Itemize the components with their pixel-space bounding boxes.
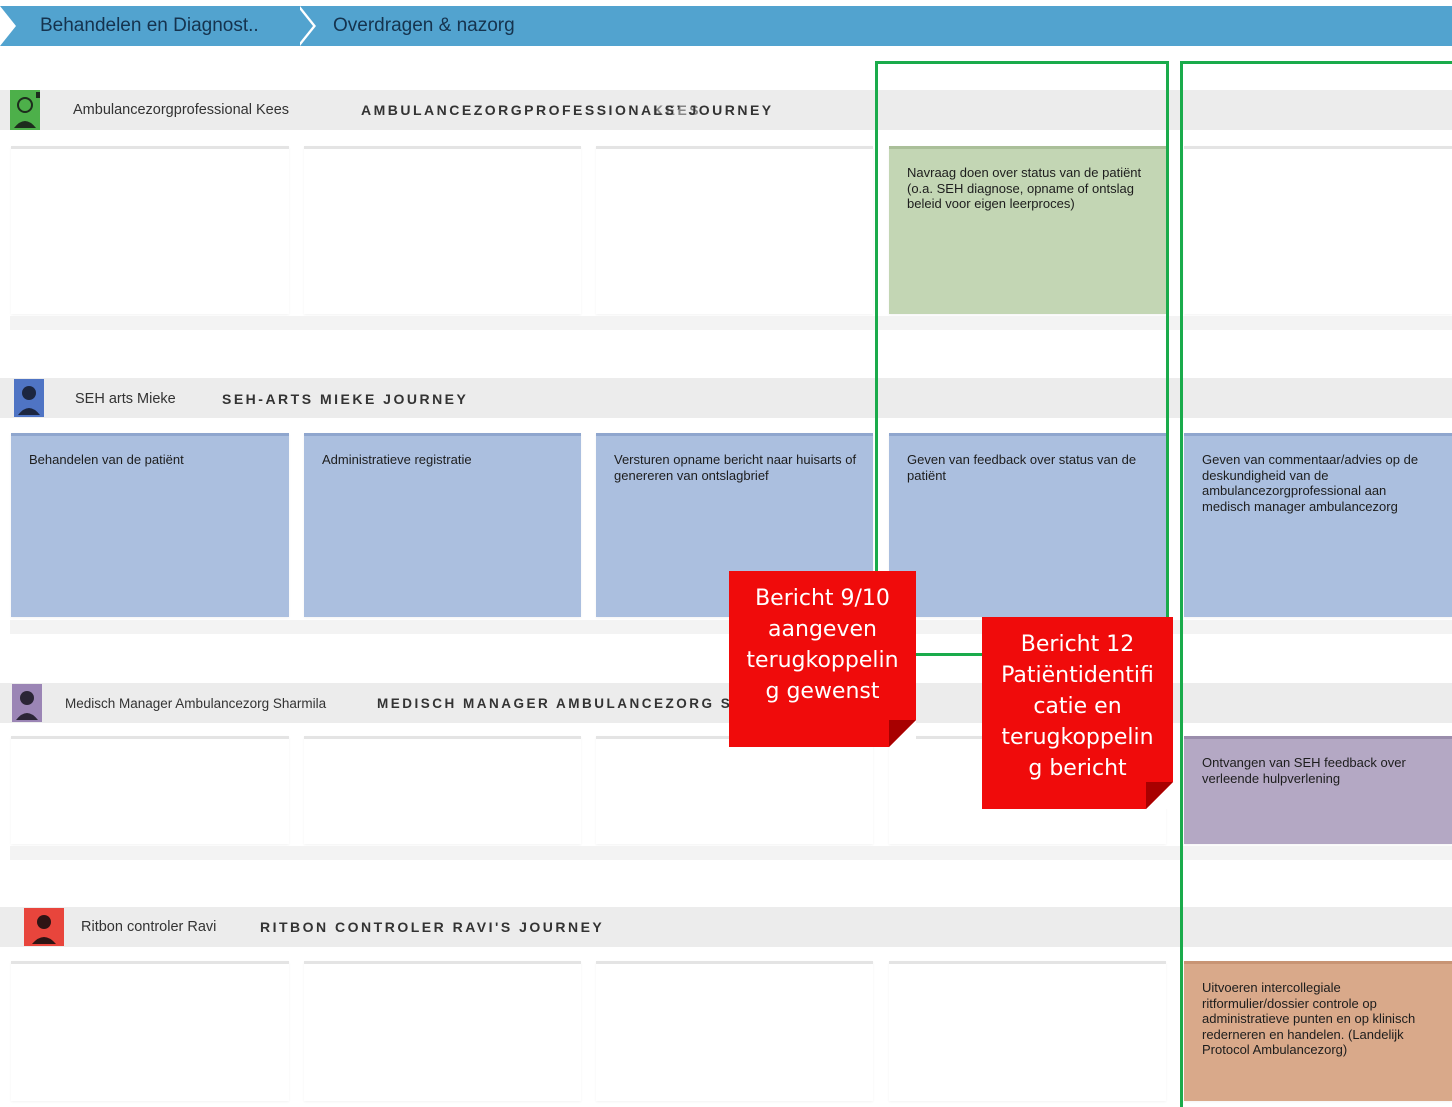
avatar-mieke — [14, 379, 44, 417]
card-kees-1[interactable] — [11, 146, 289, 314]
card-ravi-controle[interactable]: Uitvoeren intercollegiale ritformulier/d… — [1184, 961, 1452, 1101]
avatar-kees — [10, 90, 40, 130]
card-kees-5[interactable] — [1184, 146, 1452, 314]
card-text: Administratieve registratie — [322, 452, 472, 467]
card-ravi-2[interactable] — [304, 961, 581, 1101]
card-text: Uitvoeren intercollegiale ritformulier/d… — [1202, 980, 1416, 1057]
card-sharmila-1[interactable] — [11, 736, 289, 844]
note-line: aangeven — [768, 617, 877, 642]
note-line: g gewenst — [765, 679, 880, 704]
phase-start-notch — [0, 6, 16, 46]
frame-1-right — [1166, 61, 1169, 631]
phase-behandelen[interactable]: Behandelen en Diagnost.. — [40, 6, 259, 46]
note-line: Bericht 9/10 — [755, 586, 890, 611]
note-line: terugkoppelin — [1001, 725, 1154, 750]
card-kees-2[interactable] — [304, 146, 581, 314]
note-line: catie en — [1033, 694, 1122, 719]
frame-2-top — [1180, 61, 1452, 64]
card-ravi-1[interactable] — [11, 961, 289, 1101]
lane-name-mieke: SEH arts Mieke — [75, 391, 176, 407]
card-sharmila-3[interactable] — [596, 736, 873, 844]
note-line: Patiëntidentifi — [1001, 663, 1154, 688]
note-2-fold — [1146, 782, 1173, 809]
note-1-fold — [889, 720, 916, 747]
note-bericht-9-10[interactable]: Bericht 9/10 aangeven terugkoppelin g ge… — [729, 571, 916, 747]
lane-title-kees-overlap: KEES — [653, 102, 702, 118]
lane-title-ravi: RITBON CONTROLER RAVI'S JOURNEY — [260, 919, 605, 935]
lane-footer-sharmila — [10, 846, 1452, 860]
card-text: Geven van commentaar/advies op de deskun… — [1202, 452, 1419, 514]
lane-header-mieke — [0, 378, 1452, 418]
card-text: Ontvangen van SEH feedback over verleend… — [1202, 755, 1406, 786]
phase-separator-blue — [297, 6, 313, 46]
lane-name-sharmila: Medisch Manager Ambulancezorg Sharmila — [65, 696, 327, 711]
lane-footer-kees — [10, 316, 1452, 330]
card-mieke-behandelen[interactable]: Behandelen van de patiënt — [11, 433, 289, 617]
card-sharmila-2[interactable] — [304, 736, 581, 844]
avatar-ravi — [24, 908, 64, 946]
card-text: Behandelen van de patiënt — [29, 452, 184, 467]
card-text: Versturen opname bericht naar huisarts o… — [614, 452, 857, 483]
card-mieke-feedback[interactable]: Geven van feedback over status van de pa… — [889, 433, 1166, 617]
lane-name-ravi: Ritbon controler Ravi — [81, 919, 217, 935]
card-ravi-4[interactable] — [889, 961, 1166, 1101]
card-text: Navraag doen over status van de patiënt … — [907, 165, 1142, 211]
card-mieke-registratie[interactable]: Administratieve registratie — [304, 433, 581, 617]
lane-title-kees: AMBULANCEZORGPROFESSIONALS’ JOURNEY — [361, 102, 774, 118]
card-sharmila-ontvangen[interactable]: Ontvangen van SEH feedback over verleend… — [1184, 736, 1452, 844]
note-bericht-12[interactable]: Bericht 12 Patiëntidentifi catie en teru… — [982, 617, 1173, 809]
phase-bar: Behandelen en Diagnost.. Overdragen & na… — [0, 6, 1452, 46]
frame-2-left — [1180, 61, 1183, 1107]
phase-overdragen[interactable]: Overdragen & nazorg — [333, 6, 515, 46]
card-ravi-3[interactable] — [596, 961, 873, 1101]
card-mieke-commentaar[interactable]: Geven van commentaar/advies op de deskun… — [1184, 433, 1452, 617]
card-kees-navraag[interactable]: Navraag doen over status van de patiënt … — [889, 146, 1166, 314]
frame-1-connector — [916, 653, 984, 656]
lane-title-sharmila: MEDISCH MANAGER AMBULANCEZORG SH — [377, 696, 745, 711]
avatar-sharmila — [12, 684, 42, 722]
note-line: g bericht — [1028, 756, 1127, 781]
frame-1-left — [875, 61, 878, 573]
lane-header-ravi — [0, 907, 1452, 947]
card-text: Geven van feedback over status van de pa… — [907, 452, 1137, 483]
lane-title-mieke: SEH-ARTS MIEKE JOURNEY — [222, 391, 469, 407]
frame-1-top — [875, 61, 1169, 64]
note-line: terugkoppelin — [746, 648, 899, 673]
card-kees-3[interactable] — [596, 146, 873, 314]
note-line: Bericht 12 — [1020, 632, 1135, 657]
lane-name-kees: Ambulancezorgprofessional Kees — [73, 102, 290, 118]
